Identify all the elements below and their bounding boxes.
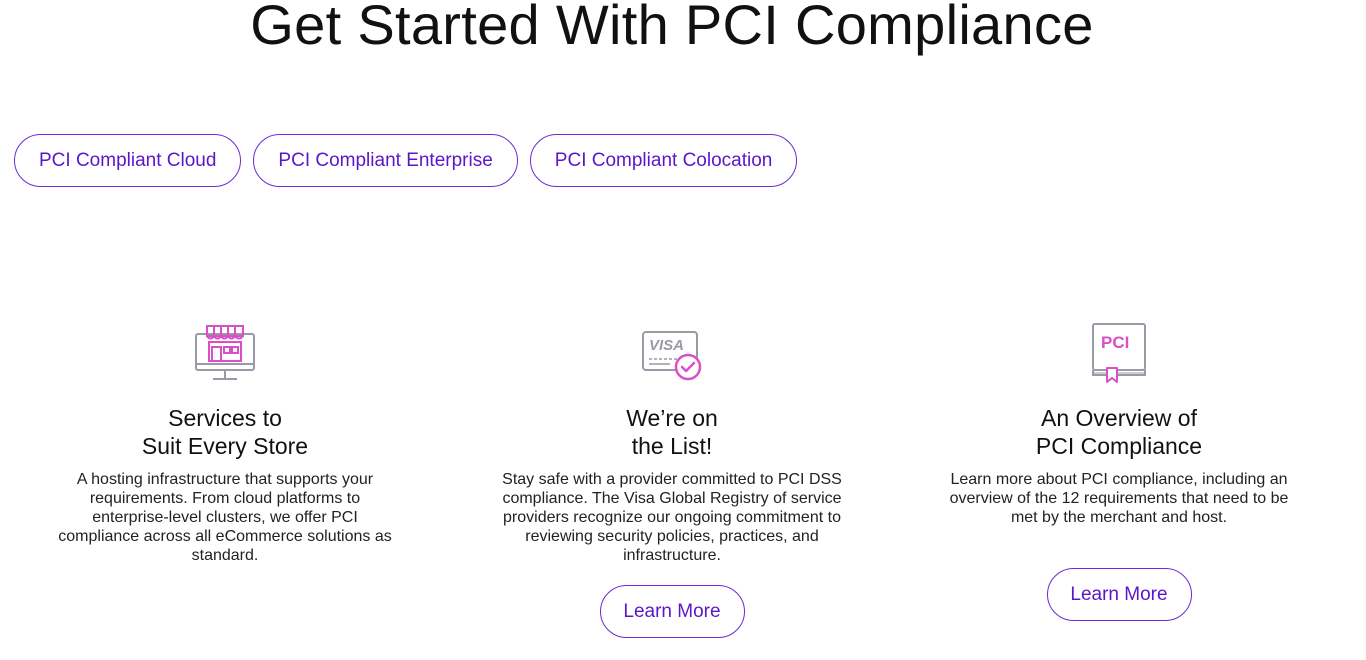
tab-pci-compliant-enterprise[interactable]: PCI Compliant Enterprise: [253, 134, 518, 187]
storefront-monitor-icon: [195, 325, 255, 380]
pci-book-icon: PCI: [1092, 323, 1146, 383]
card-title: We’re on the List!: [626, 405, 718, 459]
card-pci-overview: PCI An Overview of PCI Compliance Learn …: [929, 322, 1309, 621]
page: Get Started With PCI Compliance PCI Comp…: [0, 0, 1366, 660]
card-description: Stay safe with a provider committed to P…: [502, 471, 842, 564]
learn-more-button[interactable]: Learn More: [599, 585, 745, 638]
svg-text:PCI: PCI: [1101, 333, 1129, 352]
product-tabs: PCI Compliant Cloud PCI Compliant Enterp…: [14, 134, 798, 187]
card-description: A hosting infrastructure that supports y…: [58, 471, 392, 564]
svg-text:VISA: VISA: [649, 337, 684, 354]
learn-more-button[interactable]: Learn More: [1046, 568, 1192, 621]
tab-pci-compliant-cloud[interactable]: PCI Compliant Cloud: [14, 134, 242, 187]
card-services: Services to Suit Every Store A hosting i…: [35, 322, 415, 565]
page-title: Get Started With PCI Compliance: [250, 0, 1094, 56]
card-title: Services to Suit Every Store: [141, 405, 309, 459]
card-description: Learn more about PCI compliance, includi…: [949, 471, 1289, 526]
tab-pci-compliant-colocation[interactable]: PCI Compliant Colocation: [529, 134, 798, 187]
card-visa-registry: VISA We’re on the List! Stay safe with a…: [482, 322, 862, 638]
card-title: An Overview of PCI Compliance: [1035, 405, 1203, 459]
visa-card-check-icon: VISA: [642, 331, 702, 381]
